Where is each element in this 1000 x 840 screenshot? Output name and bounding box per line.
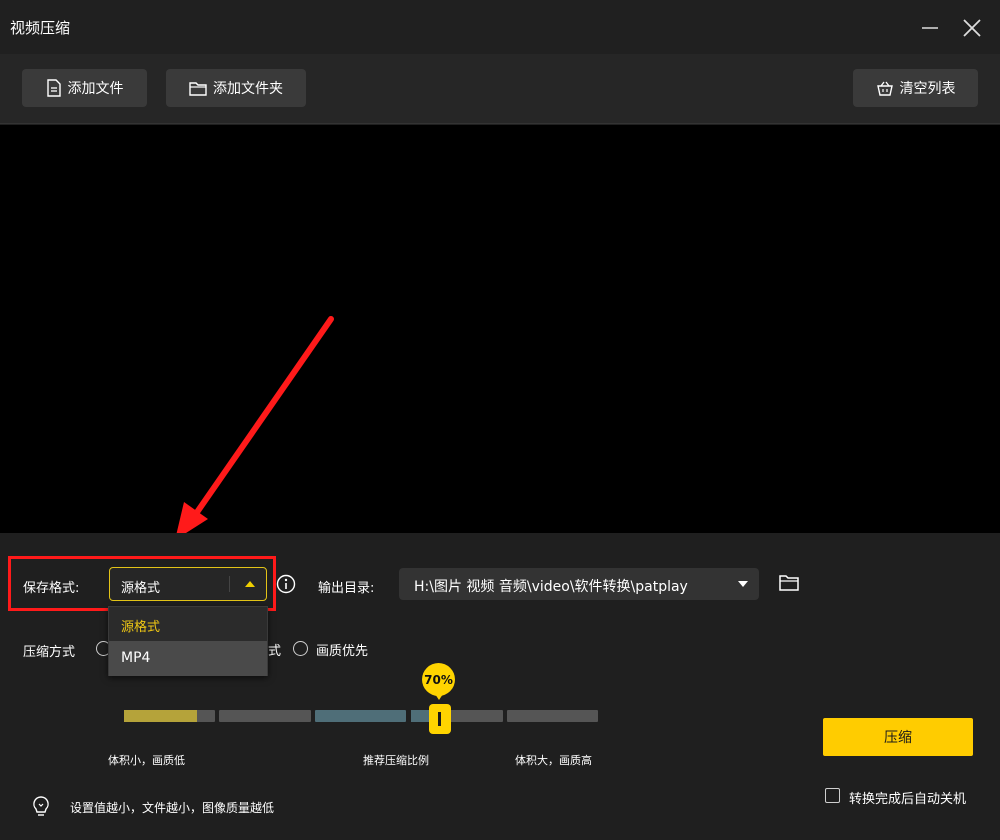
slider-handle[interactable] [429,704,451,734]
title-bar: 视频压缩 [0,0,1000,54]
output-dir-label: 输出目录: [318,581,375,596]
add-file-button[interactable]: 添加文件 [22,69,147,107]
slider-caption-low: 体积小，画质低 [108,754,185,767]
format-select[interactable]: 源格式 [109,567,267,601]
format-dropdown-list: 源格式 MP4 [108,606,268,676]
format-select-value: 源格式 [121,581,161,596]
format-option-mp4[interactable]: MP4 [109,641,267,676]
mode-quality-label[interactable]: 画质优先 [316,640,368,659]
format-option-label: 源格式 [121,620,161,635]
slider-segment[interactable] [507,710,598,722]
format-option-source[interactable]: 源格式 [109,607,267,642]
slider-segment-fill [124,710,197,722]
add-folder-button[interactable]: 添加文件夹 [166,69,306,107]
info-icon[interactable] [276,574,296,594]
slider-caption-high: 体积大，画质高 [515,754,592,767]
folder-icon [189,82,207,96]
close-icon [963,19,981,37]
format-select-divider [229,576,230,592]
slider-caption-mid: 推荐压缩比例 [363,754,429,767]
add-file-label: 添加文件 [67,81,124,97]
hint-text: 设置值越小，文件越小，图像质量越低 [70,801,275,815]
slider-bubble-tail [433,691,445,700]
format-label: 保存格式: [23,581,80,596]
add-folder-label: 添加文件夹 [213,81,283,97]
settings-panel: 保存格式: 源格式 输出目录: H:\图片 视频 音频\video\软件转换\p… [0,533,1000,840]
lightbulb-icon [33,796,49,816]
format-option-label: MP4 [121,650,151,666]
compress-mode-label: 压缩方式 [23,645,76,660]
auto-shutdown-label[interactable]: 转换完成后自动关机 [849,788,966,807]
slider-segment[interactable] [219,710,311,722]
video-preview-area [0,125,1000,533]
caret-up-icon [245,581,255,587]
output-dir-value: H:\图片 视频 音频\video\软件转换\patplay [414,579,688,595]
open-folder-icon[interactable] [778,573,800,593]
close-button[interactable] [958,14,986,42]
slider-segment[interactable] [315,710,406,722]
output-dir-select[interactable]: H:\图片 视频 音频\video\软件转换\patplay [399,568,759,600]
clear-list-label: 清空列表 [899,81,956,97]
caret-down-icon [738,581,748,587]
auto-shutdown-checkbox[interactable] [825,788,840,803]
mode-radio-partial-label: 式 [268,644,282,659]
mode-radio-quality[interactable] [293,641,308,656]
video-compress-window: 视频压缩 添加文件 添加文件夹 清空列表 保存格式: 源格式 输出目录: H:\… [0,0,1000,840]
minimize-button[interactable] [916,14,944,42]
minimize-icon [922,27,938,29]
clear-basket-icon [876,81,893,96]
grip-icon [438,712,441,726]
clear-list-button[interactable]: 清空列表 [853,69,978,107]
file-icon [46,79,61,97]
compress-button[interactable]: 压缩 [823,718,973,756]
window-title: 视频压缩 [10,19,71,37]
toolbar: 添加文件 添加文件夹 清空列表 [0,54,1000,124]
